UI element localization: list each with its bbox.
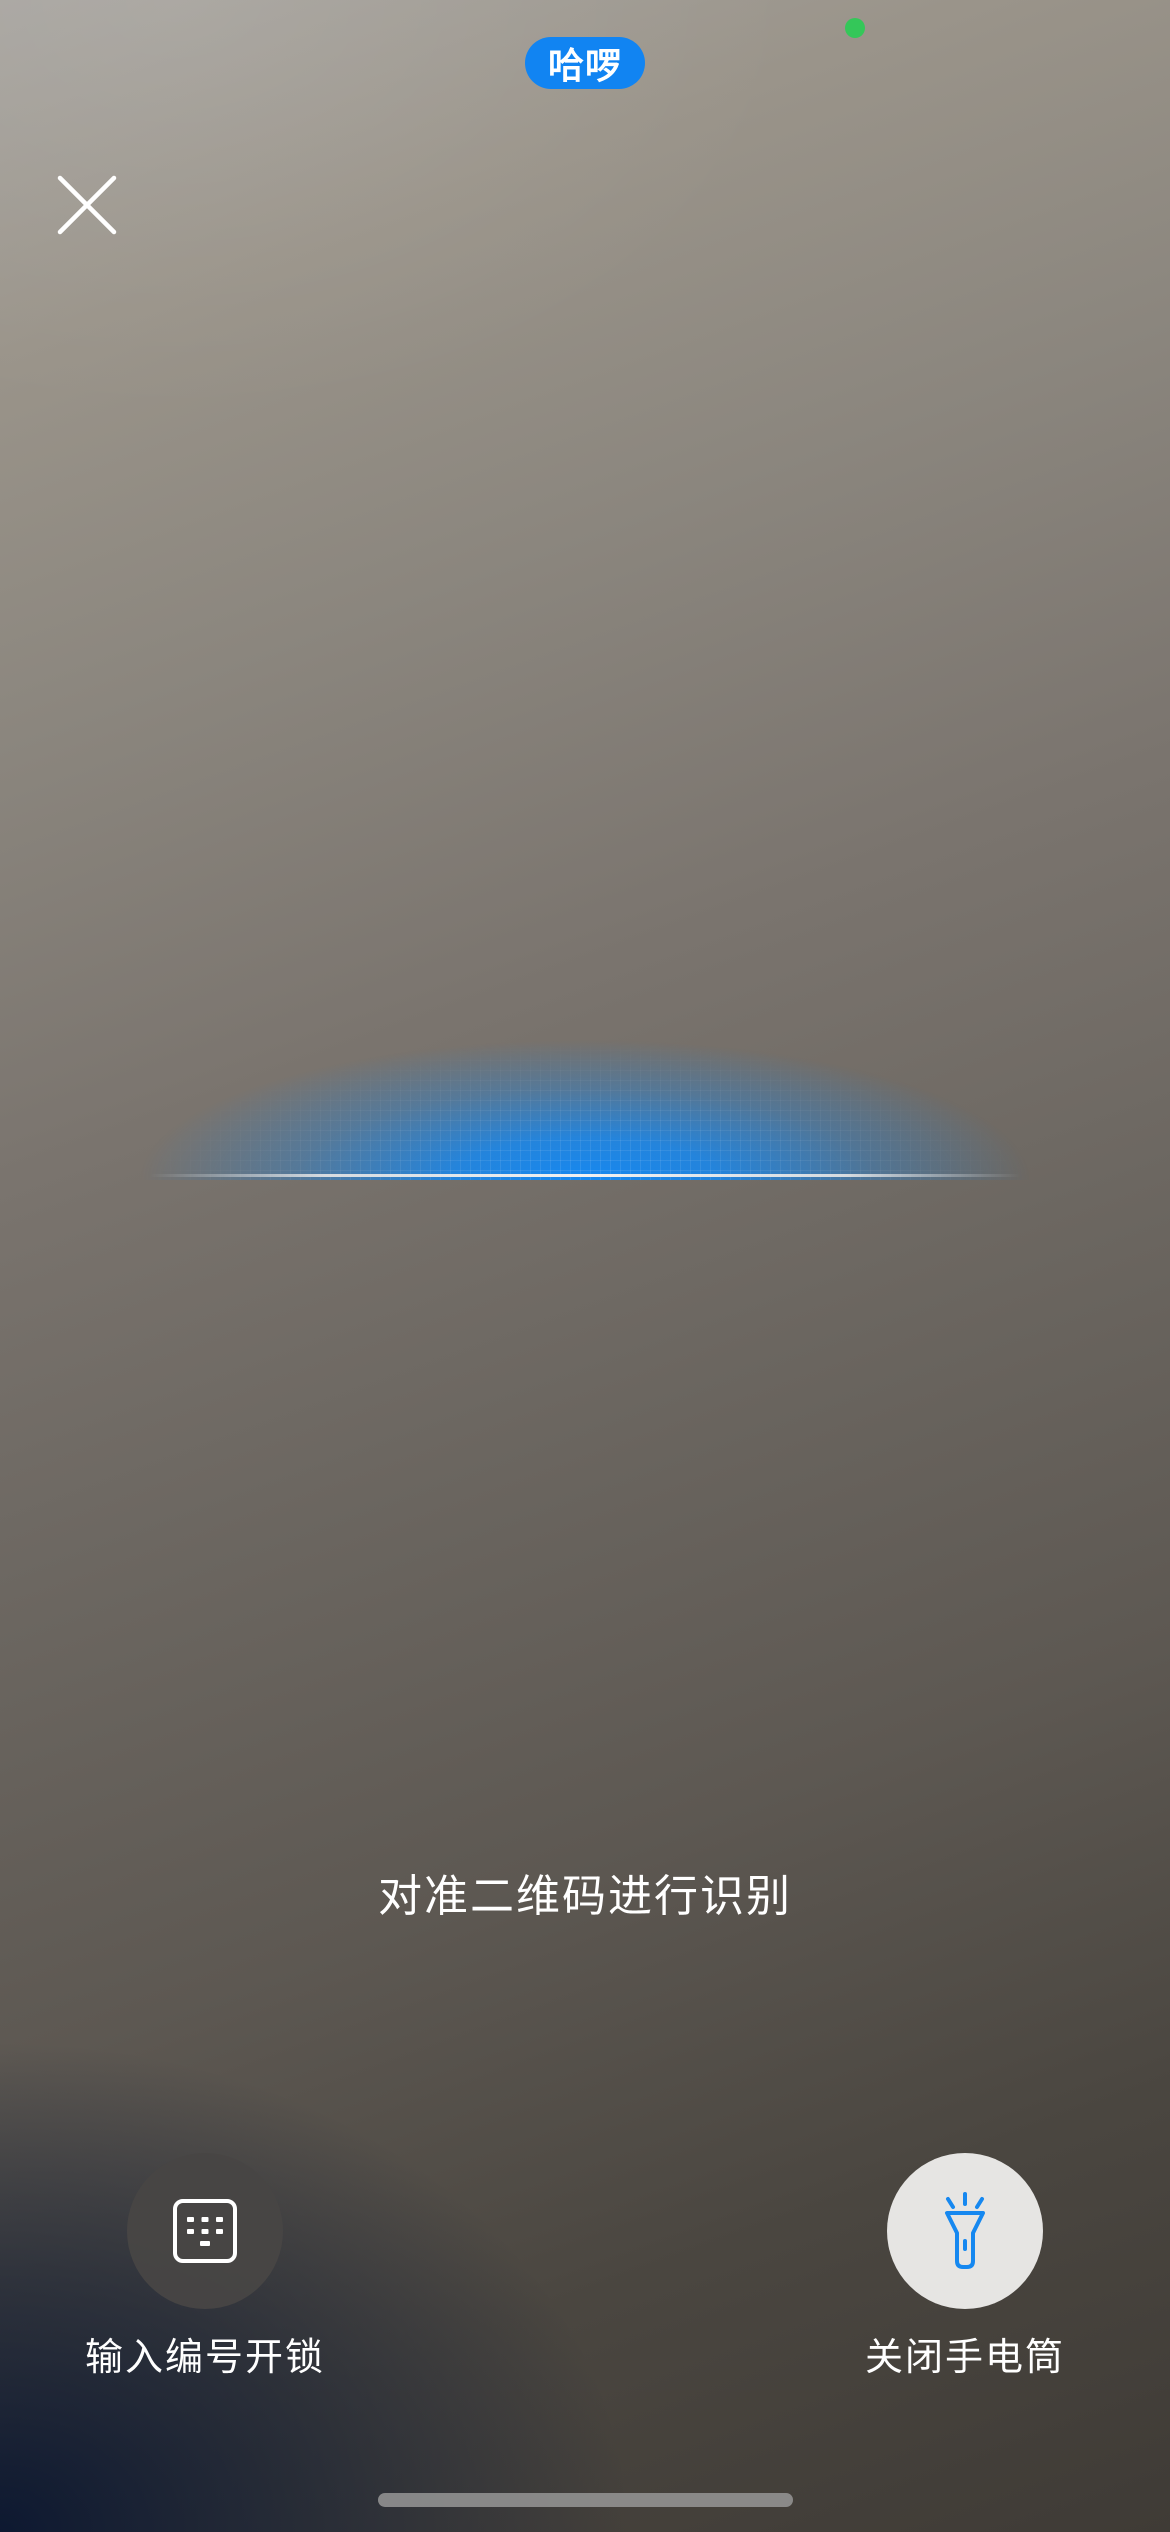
camera-preview-background	[0, 0, 1170, 700]
app-status-pill-label: 哈啰	[547, 46, 622, 87]
scan-line	[150, 1174, 1020, 1177]
scan-hint-text: 对准二维码进行识别	[378, 1871, 792, 1922]
close-button[interactable]	[56, 174, 118, 236]
app-status-pill: 哈啰	[525, 37, 645, 89]
keypad-icon	[173, 2199, 237, 2263]
turn-off-flashlight-button[interactable]	[887, 2153, 1043, 2309]
home-indicator[interactable]	[378, 2493, 793, 2507]
close-icon	[57, 175, 117, 235]
scan-animation	[140, 1040, 1030, 1180]
turn-off-flashlight-label: 关闭手电筒	[864, 2335, 1065, 2379]
enter-code-unlock-label: 输入编号开锁	[84, 2335, 325, 2379]
flashlight-icon	[945, 2192, 985, 2269]
camera-in-use-indicator	[845, 18, 865, 38]
enter-code-unlock-button[interactable]	[127, 2153, 283, 2309]
scan-grid	[140, 1040, 1030, 1180]
